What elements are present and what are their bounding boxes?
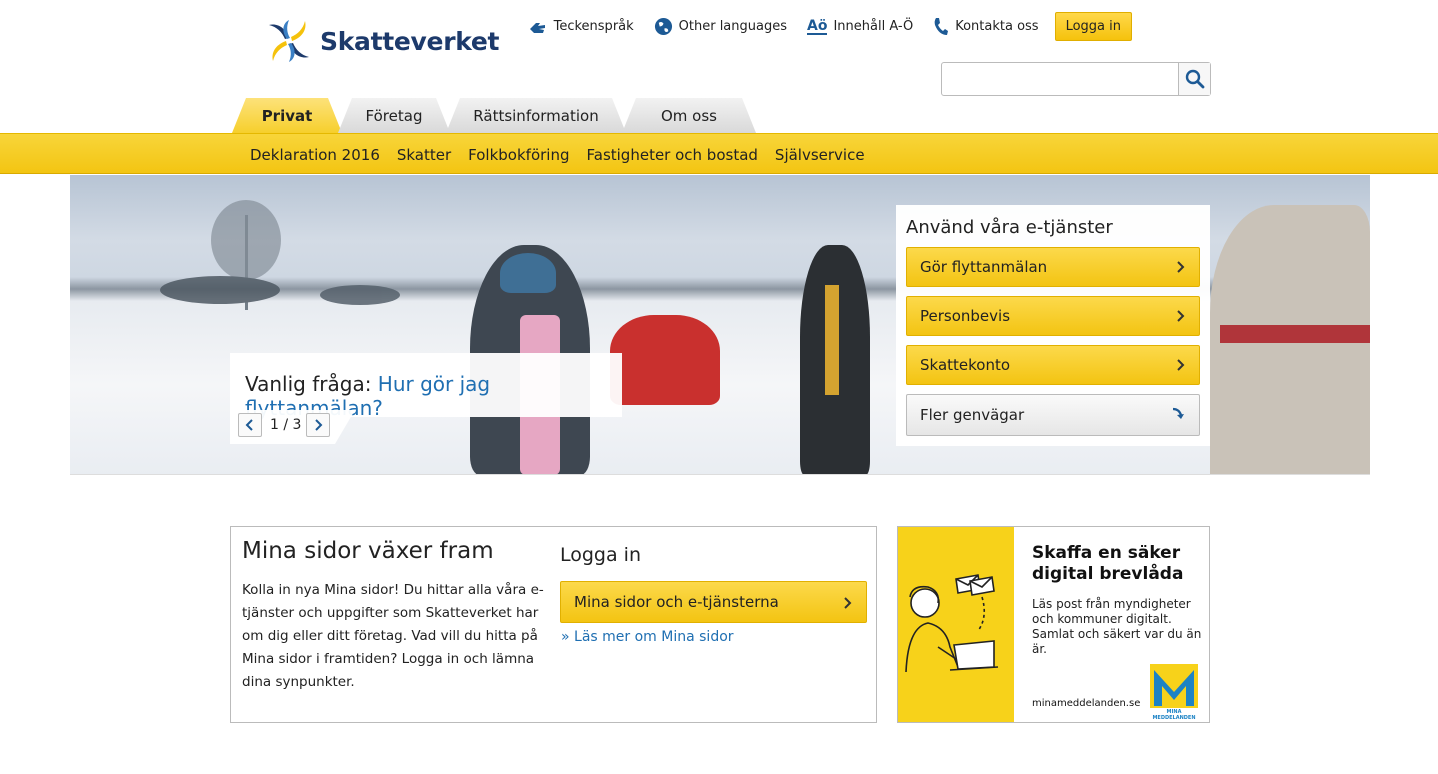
sign-language-icon <box>528 19 548 35</box>
mina-sidor-body: Kolla in nya Mina sidor! Du hittar alla … <box>242 582 544 690</box>
chevron-right-icon <box>313 419 323 431</box>
sub-navigation: Deklaration 2016 Skatter Folkbokföring F… <box>0 133 1438 174</box>
more-shortcuts-button[interactable]: Fler genvägar <box>906 394 1200 436</box>
login-heading: Logga in <box>560 544 642 566</box>
slide-prev-button[interactable] <box>238 413 262 437</box>
mina-meddelanden-ad[interactable]: Skaffa en säker digital brevlåda Läs pos… <box>897 526 1210 723</box>
toplink-sign-language[interactable]: Teckenspråk <box>528 19 634 35</box>
search-button[interactable] <box>1178 63 1210 95</box>
toplink-label: Innehåll A-Ö <box>833 19 914 34</box>
subnav-item-sjalvservice[interactable]: Självservice <box>775 146 865 164</box>
slider-controls: 1 / 3 <box>230 410 355 444</box>
arrow-down-icon <box>1172 407 1184 419</box>
top-links: Teckenspråk Other languages Aö Innehåll … <box>508 12 1132 41</box>
chevron-right-icon <box>844 597 852 609</box>
etjanster-title: Använd våra e-tjänster <box>906 217 1113 238</box>
ad-illustration-panel <box>898 527 1014 722</box>
mina-sidor-box: Mina sidor växer fram Kolla in nya Mina … <box>230 526 877 723</box>
phone-icon <box>933 17 949 37</box>
person-at-laptop-illustration <box>905 574 999 673</box>
search-icon <box>1185 69 1204 89</box>
tab-om-oss[interactable]: Om oss <box>622 98 756 133</box>
person-figure <box>610 315 720 405</box>
toplink-label: Kontakta oss <box>955 19 1039 34</box>
toplink-contact[interactable]: Kontakta oss <box>933 17 1039 37</box>
tab-foretag[interactable]: Företag <box>338 98 450 133</box>
toplink-label: Other languages <box>678 19 787 34</box>
person-figure <box>825 285 839 395</box>
etjanst-flyttanmalan-button[interactable]: Gör flyttanmälan <box>906 247 1200 287</box>
person-figure <box>1220 325 1370 343</box>
chevron-right-icon <box>1177 359 1185 371</box>
etjanster-panel: Använd våra e-tjänster Gör flyttanmälan … <box>896 205 1210 446</box>
tab-rattsinformation[interactable]: Rättsinformation <box>446 98 626 133</box>
toplink-other-languages[interactable]: Other languages <box>654 17 787 36</box>
chevron-right-icon <box>1177 261 1185 273</box>
double-chevron-icon: » <box>561 629 570 645</box>
skatteverket-emblem-icon <box>269 20 309 62</box>
slide-next-button[interactable] <box>306 413 330 437</box>
chevron-right-icon <box>1177 310 1185 322</box>
globe-icon <box>654 17 673 36</box>
subnav-item-fastigheter[interactable]: Fastigheter och bostad <box>587 146 758 164</box>
a-o-index-icon: Aö <box>807 17 828 35</box>
etjanst-skattekonto-button[interactable]: Skattekonto <box>906 345 1200 385</box>
ad-url: minameddelanden.se <box>1032 698 1141 709</box>
question-prefix: Vanlig fråga: <box>245 372 372 396</box>
winter-trees-illustration <box>160 200 400 310</box>
slide-counter: 1 / 3 <box>270 417 302 433</box>
chevron-left-icon <box>245 419 255 431</box>
ad-title: Skaffa en säker digital brevlåda <box>1032 543 1184 584</box>
login-button[interactable]: Logga in <box>1054 12 1132 41</box>
etjanst-personbevis-button[interactable]: Personbevis <box>906 296 1200 336</box>
subnav-item-folkbokforing[interactable]: Folkbokföring <box>468 146 569 164</box>
main-tabs: Privat Företag Rättsinformation Om oss <box>232 98 752 133</box>
ad-logo-caption: MINA MEDDELANDEN <box>1152 709 1196 721</box>
toplink-label: Teckenspråk <box>553 19 634 34</box>
toplink-index[interactable]: Aö Innehåll A-Ö <box>807 19 913 35</box>
logo-text: Skatteverket <box>320 26 500 56</box>
search-input[interactable] <box>942 63 1178 95</box>
skatteverket-logo[interactable]: Skatteverket <box>264 18 500 64</box>
search-box <box>941 62 1211 96</box>
hero-question-box: Vanlig fråga: Hur gör jag flyttanmälan? <box>230 353 622 420</box>
subnav-item-deklaration[interactable]: Deklaration 2016 <box>250 146 380 164</box>
tab-privat[interactable]: Privat <box>232 98 342 133</box>
ad-body: Läs post från myndigheter och kommuner d… <box>1032 597 1202 656</box>
mina-sidor-login-button[interactable]: Mina sidor och e-tjänsterna <box>560 581 867 623</box>
subnav-item-skatter[interactable]: Skatter <box>397 146 451 164</box>
person-figure <box>500 253 556 293</box>
mina-sidor-title: Mina sidor växer fram <box>242 538 494 564</box>
read-more-mina-sidor-link[interactable]: » Läs mer om Mina sidor <box>561 629 734 645</box>
